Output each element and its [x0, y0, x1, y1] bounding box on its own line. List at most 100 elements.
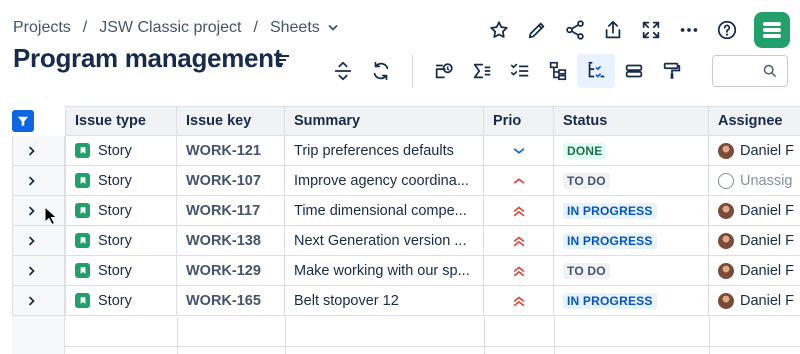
issue-type-label: Story	[98, 202, 132, 219]
row-expand-toggle[interactable]	[12, 256, 65, 286]
column-header-issue-type[interactable]: Issue type	[65, 106, 177, 136]
issue-key-link[interactable]: WORK-117	[186, 203, 260, 219]
export-icon[interactable]	[594, 13, 632, 47]
cell-issue-key[interactable]: WORK-117	[177, 196, 285, 226]
assignee-name: Daniel F	[740, 292, 794, 309]
filter-toggle-button[interactable]	[12, 110, 34, 132]
cell-summary[interactable]: Improve agency coordina...	[285, 166, 484, 196]
paint-roller-icon[interactable]	[653, 54, 691, 88]
cell-assignee[interactable]: Daniel F	[709, 136, 800, 166]
status-badge: DONE	[563, 142, 607, 159]
column-header-label: Issue key	[186, 113, 252, 129]
chevron-down-icon[interactable]	[328, 23, 338, 33]
column-header-label: Assignee	[718, 113, 783, 129]
share-icon[interactable]	[556, 13, 594, 47]
cell-assignee[interactable]: Daniel F	[709, 226, 800, 256]
cell-issue-type[interactable]: Story	[65, 196, 177, 226]
cell-summary[interactable]: Make working with our sp...	[285, 256, 484, 286]
cell-issue-type[interactable]: Story	[65, 136, 177, 166]
column-header-assignee[interactable]: Assignee	[709, 106, 800, 136]
issue-key-link[interactable]: WORK-121	[186, 143, 261, 159]
assignee-name: Daniel F	[740, 232, 794, 249]
priority-high-icon	[512, 204, 526, 218]
status-badge: TO DO	[563, 262, 610, 279]
breadcrumb-sheets[interactable]: Sheets	[270, 19, 320, 37]
column-header-prio[interactable]: Prio	[484, 106, 554, 136]
checklist-icon[interactable]	[501, 54, 539, 88]
cell-assignee[interactable]: Daniel F	[709, 196, 800, 226]
priority-high-icon	[512, 234, 526, 248]
card-layout-icon[interactable]	[615, 54, 653, 88]
issue-key-link[interactable]: WORK-165	[186, 293, 261, 309]
cell-priority[interactable]	[484, 196, 554, 226]
summary-text: Trip preferences defaults	[294, 142, 454, 159]
sheets-logo-icon	[763, 22, 781, 38]
cell-priority[interactable]	[484, 166, 554, 196]
cell-issue-key[interactable]: WORK-138	[177, 226, 285, 256]
cell-priority[interactable]	[484, 136, 554, 166]
cell-status[interactable]: IN PROGRESS	[554, 286, 709, 316]
sum-icon[interactable]	[463, 54, 501, 88]
cell-status[interactable]: DONE	[554, 136, 709, 166]
issue-key-link[interactable]: WORK-129	[186, 263, 261, 279]
row-expand-toggle[interactable]	[12, 136, 65, 166]
cell-priority[interactable]	[484, 286, 554, 316]
search-icon	[763, 64, 776, 77]
cell-issue-key[interactable]: WORK-129	[177, 256, 285, 286]
grid-line	[484, 316, 485, 354]
app-logo[interactable]	[754, 12, 790, 48]
column-header-summary[interactable]: Summary	[285, 106, 484, 136]
cell-summary[interactable]: Trip preferences defaults	[285, 136, 484, 166]
column-header-issue-key[interactable]: Issue key	[177, 106, 285, 136]
sheet-grid: Issue type Issue key Summary Prio Status…	[12, 106, 800, 354]
cell-summary[interactable]: Time dimensional compe...	[285, 196, 484, 226]
cell-priority[interactable]	[484, 256, 554, 286]
cell-issue-key[interactable]: WORK-165	[177, 286, 285, 316]
breadcrumb-separator: /	[253, 19, 258, 36]
row-expand-toggle[interactable]	[12, 166, 65, 196]
cell-assignee[interactable]: Daniel F	[709, 286, 800, 316]
column-header-status[interactable]: Status	[554, 106, 709, 136]
breadcrumb-projects[interactable]: Projects	[13, 19, 71, 37]
help-icon[interactable]	[708, 13, 746, 47]
cell-status[interactable]: TO DO	[554, 256, 709, 286]
story-icon	[75, 293, 90, 308]
cell-issue-key[interactable]: WORK-107	[177, 166, 285, 196]
issue-key-link[interactable]: WORK-107	[186, 173, 261, 189]
issue-key-link[interactable]: WORK-138	[186, 233, 261, 249]
hierarchy-filter-icon[interactable]	[577, 54, 615, 88]
funnel-icon	[17, 116, 29, 127]
toolbar	[324, 54, 691, 88]
cell-issue-type[interactable]: Story	[65, 286, 177, 316]
chevron-right-icon	[29, 206, 35, 215]
cell-summary[interactable]: Next Generation version ...	[285, 226, 484, 256]
cell-issue-type[interactable]: Story	[65, 226, 177, 256]
breadcrumb-project[interactable]: JSW Classic project	[99, 19, 241, 37]
cell-issue-type[interactable]: Story	[65, 256, 177, 286]
row-expand-toggle[interactable]	[12, 226, 65, 256]
cell-issue-type[interactable]: Story	[65, 166, 177, 196]
issue-type-label: Story	[98, 142, 132, 159]
pencil-icon[interactable]	[518, 13, 556, 47]
cell-priority[interactable]	[484, 226, 554, 256]
cell-status[interactable]: TO DO	[554, 166, 709, 196]
cell-issue-key[interactable]: WORK-121	[177, 136, 285, 166]
star-icon[interactable]	[480, 13, 518, 47]
add-field-icon[interactable]	[425, 54, 463, 88]
filter-lines-icon[interactable]	[276, 53, 292, 67]
cell-assignee[interactable]: Daniel F	[709, 256, 800, 286]
priority-high-icon	[512, 264, 526, 278]
search-field[interactable]	[712, 55, 788, 87]
cell-status[interactable]: IN PROGRESS	[554, 196, 709, 226]
more-icon[interactable]	[670, 13, 708, 47]
cell-status[interactable]: IN PROGRESS	[554, 226, 709, 256]
hierarchy-icon[interactable]	[539, 54, 577, 88]
chevron-right-icon	[29, 176, 35, 185]
fullscreen-icon[interactable]	[632, 13, 670, 47]
cell-summary[interactable]: Belt stopover 12	[285, 286, 484, 316]
search-input[interactable]	[719, 56, 767, 86]
row-expand-toggle[interactable]	[12, 286, 65, 316]
refresh-icon[interactable]	[362, 54, 400, 88]
expand-collapse-icon[interactable]	[324, 54, 362, 88]
cell-assignee[interactable]: Unassig	[709, 166, 800, 196]
